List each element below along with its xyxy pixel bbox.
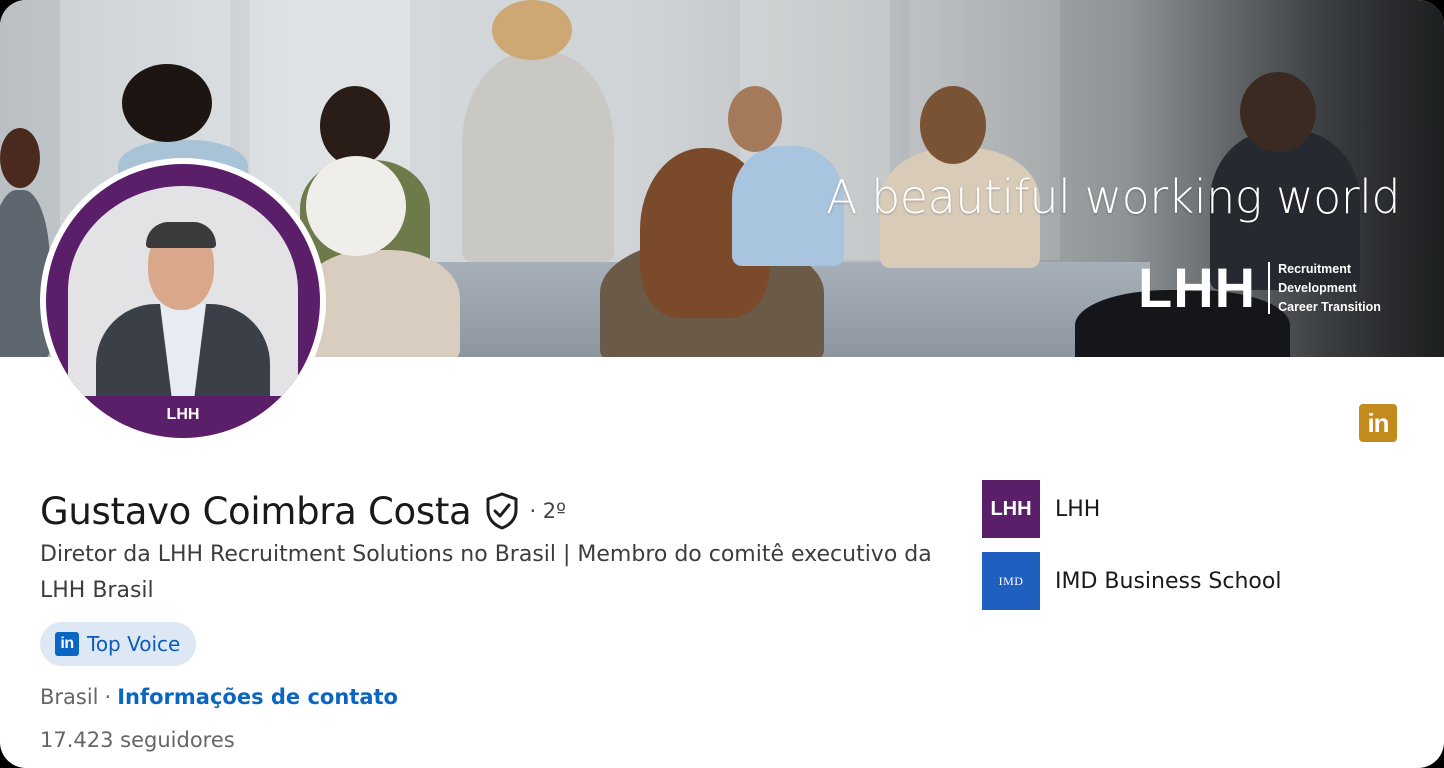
org-name: IMD Business School bbox=[1055, 568, 1282, 594]
banner-logo-lines: Recruitment Development Career Transitio… bbox=[1278, 260, 1381, 317]
banner-person-head bbox=[320, 86, 390, 166]
avatar-frame-label: LHH bbox=[166, 406, 200, 423]
banner-person-head bbox=[0, 128, 40, 188]
org-item-imd[interactable]: IMD IMD Business School bbox=[982, 552, 1281, 610]
banner-person-head bbox=[728, 86, 782, 152]
profile-avatar[interactable]: LHH bbox=[40, 158, 326, 444]
banner-logo-word: LHH bbox=[1138, 256, 1257, 319]
lhh-logo: LHH bbox=[982, 480, 1040, 538]
profile-name-row: Gustavo Coimbra Costa · 2º bbox=[40, 488, 566, 534]
connection-degree: · 2º bbox=[529, 499, 567, 523]
banner-person-head bbox=[492, 0, 572, 60]
banner-person-head bbox=[920, 86, 986, 164]
profile-headline: Diretor da LHH Recruitment Solutions no … bbox=[40, 542, 932, 603]
banner-logo-line: Development bbox=[1278, 280, 1357, 295]
linkedin-badge-icon: in bbox=[55, 632, 79, 656]
separator-dot: · bbox=[104, 685, 112, 709]
org-name: LHH bbox=[1055, 496, 1101, 522]
banner-person-head bbox=[122, 64, 212, 142]
imd-logo: IMD bbox=[982, 552, 1040, 610]
verified-shield-icon[interactable] bbox=[485, 492, 519, 530]
location-row: Brasil · Informações de contato bbox=[40, 682, 398, 712]
banner-logo-line: Recruitment bbox=[1278, 261, 1352, 276]
linkedin-icon[interactable]: in bbox=[1359, 404, 1397, 442]
badge-label: Top Voice bbox=[87, 632, 181, 656]
avatar-hair bbox=[146, 222, 216, 248]
org-item-lhh[interactable]: LHH LHH bbox=[982, 480, 1100, 538]
top-voice-badge[interactable]: in Top Voice bbox=[40, 622, 196, 666]
contact-info-link[interactable]: Informações de contato bbox=[117, 685, 398, 709]
banner-logo-divider bbox=[1268, 262, 1271, 314]
banner-person-head bbox=[306, 156, 406, 256]
banner-person bbox=[462, 52, 614, 262]
followers-count[interactable]: 17.423 seguidores bbox=[40, 728, 235, 758]
profile-card: A beautiful working world LHH Recruitmen… bbox=[0, 0, 1444, 768]
banner-tagline: A beautiful working world bbox=[826, 170, 1401, 224]
avatar-photo bbox=[68, 186, 298, 396]
banner-logo-line: Career Transition bbox=[1278, 299, 1381, 314]
banner-person-head bbox=[1240, 72, 1316, 152]
avatar-frame: LHH bbox=[46, 164, 320, 438]
profile-location: Brasil bbox=[40, 685, 99, 709]
banner-lhh-logo: LHH Recruitment Development Career Trans… bbox=[1138, 258, 1381, 318]
profile-name: Gustavo Coimbra Costa bbox=[40, 489, 472, 533]
